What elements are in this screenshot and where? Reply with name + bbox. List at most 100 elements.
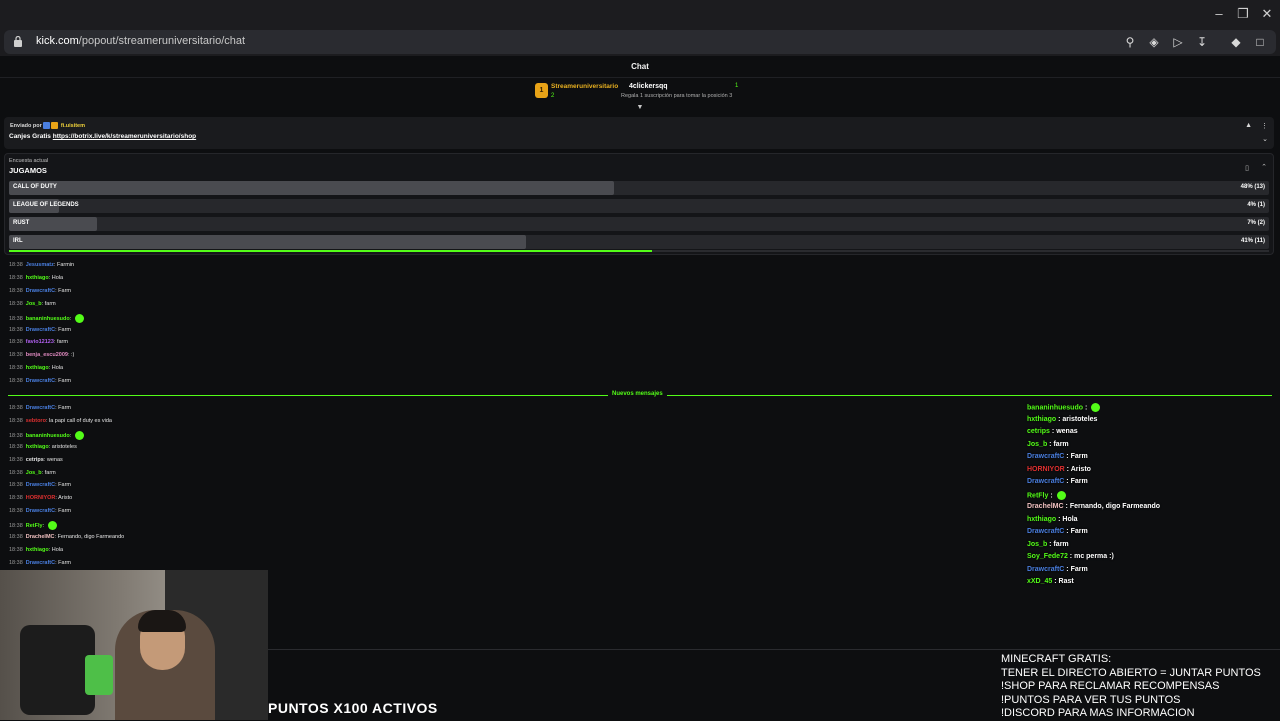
address-bar: kick.com/popout/streameruniversitario/ch… [0,28,1280,56]
minimize-icon[interactable]: – [1211,6,1227,22]
chat-message: 18:38 benja_escu2009: :) [9,352,74,358]
message-time: 18:38 [9,339,23,346]
chevron-up-icon[interactable]: ⌃ [1261,163,1267,171]
poll-option[interactable]: CALL OF DUTY 48% (13) [9,181,1269,195]
rank-badge: 1 [535,83,548,98]
shield-icon[interactable]: ◈ [1146,34,1162,50]
message-time: 18:38 [9,508,23,515]
second-name[interactable]: 4clickersqq [629,83,668,90]
url-path: /popout/streameruniversitario/chat [78,35,246,47]
more-options-icon[interactable]: ⋮ [1261,122,1268,130]
message-username[interactable]: DrawcraftC [26,482,55,488]
webcam-chair [20,625,95,715]
message-time: 18:38 [9,443,23,450]
chat-message: 18:38 HORNIYOR: Aristo [9,495,72,501]
extension-diamond-icon[interactable]: ◆ [1228,34,1244,50]
pinned-label: Canjes Gratis [9,133,51,140]
message-time: 18:38 [9,482,23,489]
message-username[interactable]: benja_escu2009 [26,352,68,358]
overlay-text: farm [1053,540,1069,548]
message-text: farm [56,339,68,346]
overlay-username: Soy_Fede72 [1027,553,1068,560]
new-messages-label[interactable]: Nuevos mensajes [608,391,667,397]
chevron-down-icon[interactable]: ▼ [636,104,644,112]
shop-link[interactable]: https://botrix.live/k/streameruniversita… [53,133,196,140]
message-username[interactable]: Jos_b [26,470,42,476]
message-username[interactable]: Jesusmatz [26,262,54,268]
message-time: 18:38 [9,365,23,372]
message-time: 18:38 [9,456,23,463]
message-text: Farm [58,287,72,294]
info-line: !SHOP PARA RECLAMAR RECOMPENSAS [1001,680,1220,692]
message-username[interactable]: sebtoro [26,418,46,424]
trash-icon[interactable]: ▯ [1245,164,1249,172]
close-icon[interactable]: ✕ [1259,6,1275,22]
url-text: kick.com/popout/streameruniversitario/ch… [36,35,245,47]
message-username[interactable]: DrawcraftC [26,327,55,333]
overlay-username: bananinhuesudo [1027,404,1083,412]
restore-icon[interactable]: ❐ [1235,6,1251,22]
sent-by-label: Enviado por [10,122,42,129]
overlay-username: DrawcraftC [1027,565,1065,573]
message-username[interactable]: DrawcraftC [26,405,55,411]
message-username[interactable]: DrawcraftC [26,378,55,384]
message-text: Farm [58,508,72,515]
info-line: !DISCORD PARA MAS INFORMACION [1001,707,1195,719]
message-text: farm [44,300,56,307]
poll-timer-track [9,250,1269,252]
message-username[interactable]: DrachelMC [26,534,55,540]
message-username[interactable]: hxthiago [26,275,49,281]
message-username[interactable]: cetrips [26,457,44,463]
message-username[interactable]: hxthiago [26,444,49,450]
emote-icon [47,521,57,531]
overlay-text: Rast [1058,578,1074,585]
message-username[interactable]: hxthiago [26,547,49,553]
poll-question: JUGAMOS [9,166,47,175]
download-icon[interactable]: ↧ [1194,34,1210,50]
chat-message: 18:38 cetrips: wenas [9,457,63,463]
chat-message: 18:38 bananinhuesudo: [9,313,84,323]
extension-cube-icon[interactable]: □ [1252,34,1268,50]
pinned-author[interactable]: fi.uisitem [61,123,85,129]
overlay-chat-line: Soy_Fede72 : mc perma :) [1027,553,1114,560]
overlay-chat-line: DrawcraftC : Farm [1027,453,1088,460]
message-username[interactable]: DrawcraftC [26,560,55,566]
message-text: Farm [58,326,72,333]
message-username[interactable]: bananinhuesudo [26,316,70,322]
message-time: 18:38 [9,559,23,566]
chat-message: 18:38 DrawcraftC: Farm [9,560,71,566]
poll-option[interactable]: RUST 7% (2) [9,217,1269,231]
url-field[interactable]: kick.com/popout/streameruniversitario/ch… [4,30,1276,54]
overlay-text: aristoteles [1062,415,1098,423]
play-icon[interactable]: ▷ [1170,34,1186,50]
chat-title: Chat [0,56,1280,78]
poll-timer-bar [9,250,652,252]
overlay-text: Fernando, digo Farmeando [1069,503,1161,510]
message-username[interactable]: RetFly [26,523,43,529]
overlay-chat-line: RetFly : [1027,490,1066,500]
pinned-meta: Enviado por fi.uisitem [10,122,85,129]
message-username[interactable]: HORNIYOR [26,495,56,501]
overlay-chat-line: Jos_b : farm [1027,541,1069,548]
message-username[interactable]: Jos_b [26,301,42,307]
poll-option[interactable]: LEAGUE OF LEGENDS 4% (1) [9,199,1269,213]
pin-icon[interactable]: ▲ [1245,122,1252,129]
poll-option-label: CALL OF DUTY [13,184,57,190]
message-username[interactable]: bananinhuesudo [26,433,70,439]
gift-hint: Regala 1 suscripción para tomar la posic… [621,93,733,99]
zoom-icon[interactable]: ⚲ [1122,34,1138,50]
webcam-object [85,655,113,695]
message-username[interactable]: DrawcraftC [26,508,55,514]
message-username[interactable]: favio12123 [26,339,54,345]
message-username[interactable]: DrawcraftC [26,288,55,294]
message-text: Farm [58,559,72,566]
overlay-text: Hola [1062,515,1078,523]
poll-option[interactable]: IRL 41% (11) [9,235,1269,249]
message-username[interactable]: hxthiago [26,365,49,371]
leader-name[interactable]: Streameruniversitario [551,83,618,90]
webcam-hair [138,610,186,632]
overlay-text: Aristo [1070,465,1091,473]
poll-option-result: 48% (13) [1240,184,1265,190]
overlay-username: hxthiago [1027,515,1057,523]
chevron-down-icon[interactable]: ⌄ [1262,135,1268,143]
